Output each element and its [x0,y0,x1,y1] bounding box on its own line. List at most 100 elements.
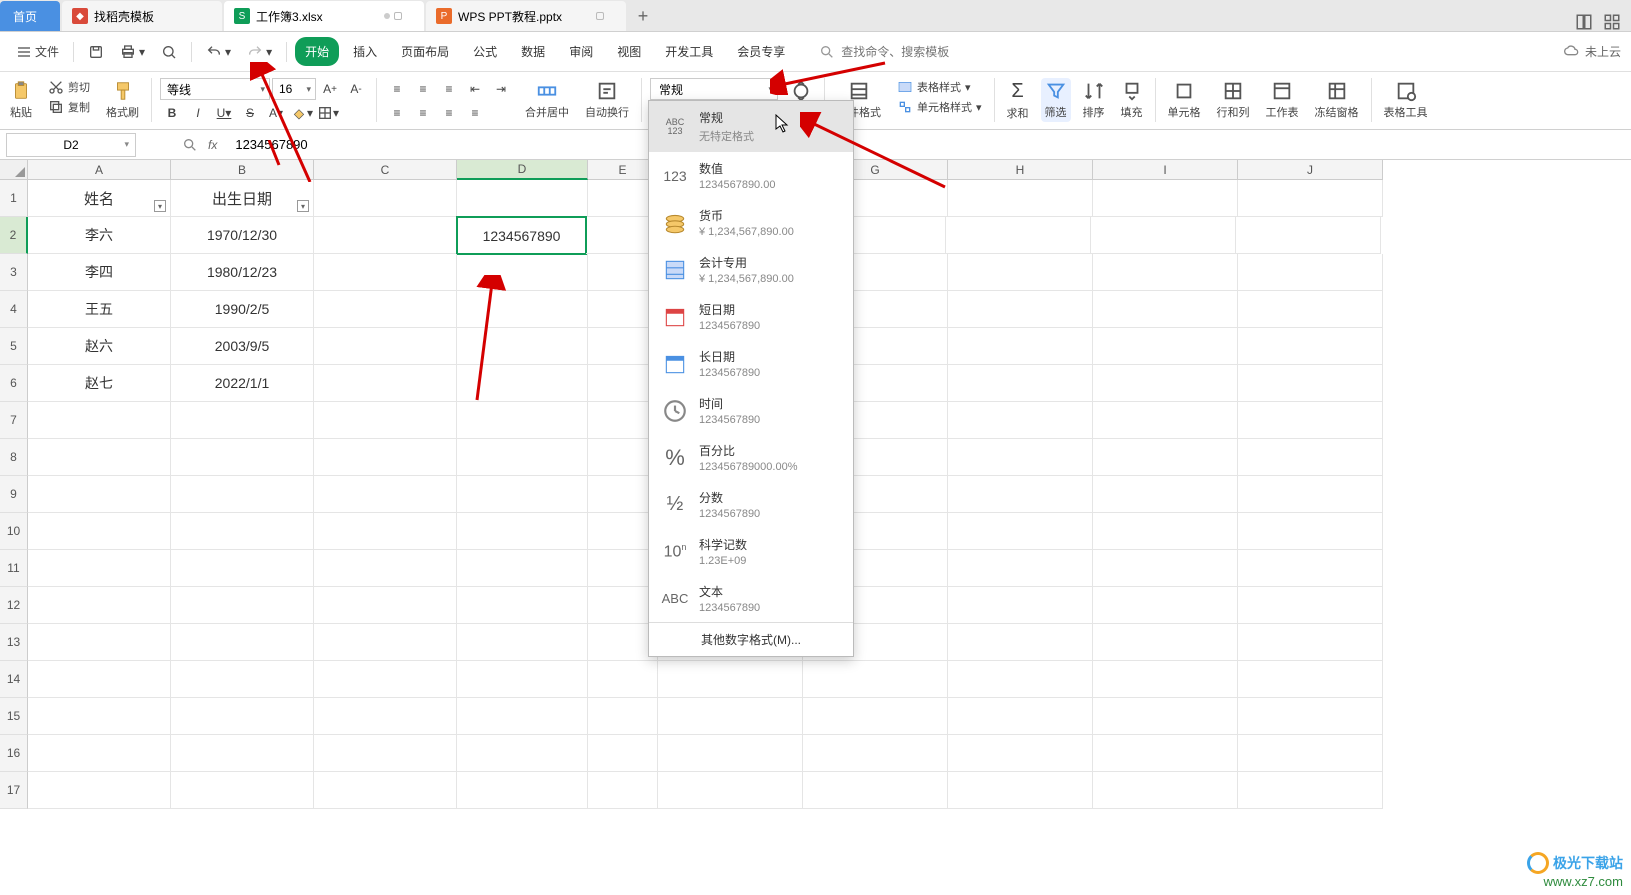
row-header-16[interactable]: 16 [0,735,28,772]
cell-H5[interactable] [948,328,1093,365]
cell-A10[interactable] [28,513,171,550]
ribbon-tab-layout[interactable]: 页面布局 [391,37,459,66]
cell-D7[interactable] [457,402,588,439]
align-left-icon[interactable]: ≡ [385,102,409,124]
cell-H12[interactable] [948,587,1093,624]
cell-H3[interactable] [948,254,1093,291]
fx-icon[interactable]: fx [208,138,217,152]
cell-J7[interactable] [1238,402,1383,439]
cell-I17[interactable] [1093,772,1238,809]
ribbon-tab-start[interactable]: 开始 [295,37,339,66]
sheet-button[interactable]: 工作表 [1262,78,1303,122]
redo-icon[interactable]: ▾ [241,40,278,64]
cell-B2[interactable]: 1970/12/30 [171,217,314,254]
font-name-select[interactable]: 等线 [160,78,270,100]
cell-D13[interactable] [457,624,588,661]
cell-A8[interactable] [28,439,171,476]
indent-dec-icon[interactable]: ⇤ [463,78,487,100]
col-header-A[interactable]: A [28,160,171,180]
format-option-5[interactable]: 长日期1234567890 [649,340,853,387]
cell-I10[interactable] [1093,513,1238,550]
cell-A16[interactable] [28,735,171,772]
row-header-5[interactable]: 5 [0,328,28,365]
cell-J15[interactable] [1238,698,1383,735]
tab-add-button[interactable]: + [628,1,658,31]
filter-dropdown-icon[interactable]: ▾ [297,200,309,212]
save-icon[interactable] [82,40,110,64]
format-option-4[interactable]: 短日期1234567890 [649,293,853,340]
cell-H1[interactable] [948,180,1093,217]
cell-C5[interactable] [314,328,457,365]
cell-F17[interactable] [658,772,803,809]
align-top-icon[interactable]: ≡ [385,78,409,100]
cell-I14[interactable] [1093,661,1238,698]
cell-A9[interactable] [28,476,171,513]
cell-I7[interactable] [1093,402,1238,439]
number-format-select[interactable]: 常规 [650,78,778,100]
cell-J6[interactable] [1238,365,1383,402]
sort-button[interactable]: 排序 [1079,78,1109,122]
col-header-B[interactable]: B [171,160,314,180]
print-icon[interactable]: ▾ [114,40,151,64]
cell-G14[interactable] [803,661,948,698]
cell-D2[interactable]: 1234567890 [456,216,587,255]
cell-A17[interactable] [28,772,171,809]
row-header-14[interactable]: 14 [0,661,28,698]
cell-G17[interactable] [803,772,948,809]
cell-C10[interactable] [314,513,457,550]
align-bottom-icon[interactable]: ≡ [437,78,461,100]
border-button[interactable]: ▾ [316,102,340,124]
row-header-13[interactable]: 13 [0,624,28,661]
row-header-10[interactable]: 10 [0,513,28,550]
cell-G16[interactable] [803,735,948,772]
cell-I15[interactable] [1093,698,1238,735]
cell-B1[interactable]: 出生日期▾ [171,180,314,217]
cell-I6[interactable] [1093,365,1238,402]
cell-B3[interactable]: 1980/12/23 [171,254,314,291]
cell-J2[interactable] [1236,217,1381,254]
cell-H11[interactable] [948,550,1093,587]
row-header-15[interactable]: 15 [0,698,28,735]
cell-A4[interactable]: 王五 [28,291,171,328]
format-option-0[interactable]: ABC123 常规无特定格式 [649,101,853,152]
cell-D12[interactable] [457,587,588,624]
cell-J11[interactable] [1238,550,1383,587]
cell-B5[interactable]: 2003/9/5 [171,328,314,365]
cell-C9[interactable] [314,476,457,513]
cell-J9[interactable] [1238,476,1383,513]
underline-button[interactable]: U▾ [212,102,236,124]
cell-D11[interactable] [457,550,588,587]
cell-B15[interactable] [171,698,314,735]
row-header-9[interactable]: 9 [0,476,28,513]
cell-J8[interactable] [1238,439,1383,476]
cell-I2[interactable] [1091,217,1236,254]
cell-D9[interactable] [457,476,588,513]
cell-C3[interactable] [314,254,457,291]
col-header-I[interactable]: I [1093,160,1238,180]
format-option-1[interactable]: 123 数值1234567890.00 [649,152,853,199]
ribbon-tab-view[interactable]: 视图 [607,37,651,66]
cell-B11[interactable] [171,550,314,587]
cell-H17[interactable] [948,772,1093,809]
col-header-D[interactable]: D [457,160,588,180]
cell-J17[interactable] [1238,772,1383,809]
ribbon-tab-vip[interactable]: 会员专享 [727,37,795,66]
italic-button[interactable]: I [186,102,210,124]
tab-ppt[interactable]: P WPS PPT教程.pptx [426,1,626,31]
cell-H15[interactable] [948,698,1093,735]
cell-J16[interactable] [1238,735,1383,772]
cell-E15[interactable] [588,698,658,735]
cell-B12[interactable] [171,587,314,624]
cell-I12[interactable] [1093,587,1238,624]
cell-E14[interactable] [588,661,658,698]
name-box[interactable]: D2 [6,133,136,157]
cell-C1[interactable] [314,180,457,217]
format-option-2[interactable]: 货币¥ 1,234,567,890.00 [649,199,853,246]
row-header-1[interactable]: 1 [0,180,28,217]
zoom-icon[interactable] [182,137,198,153]
cloud-sync[interactable]: 未上云 [1563,43,1621,60]
copy-button[interactable]: 复制 [44,98,94,116]
cell-H9[interactable] [948,476,1093,513]
align-center-icon[interactable]: ≡ [411,102,435,124]
font-size-select[interactable]: 16 [272,78,316,100]
